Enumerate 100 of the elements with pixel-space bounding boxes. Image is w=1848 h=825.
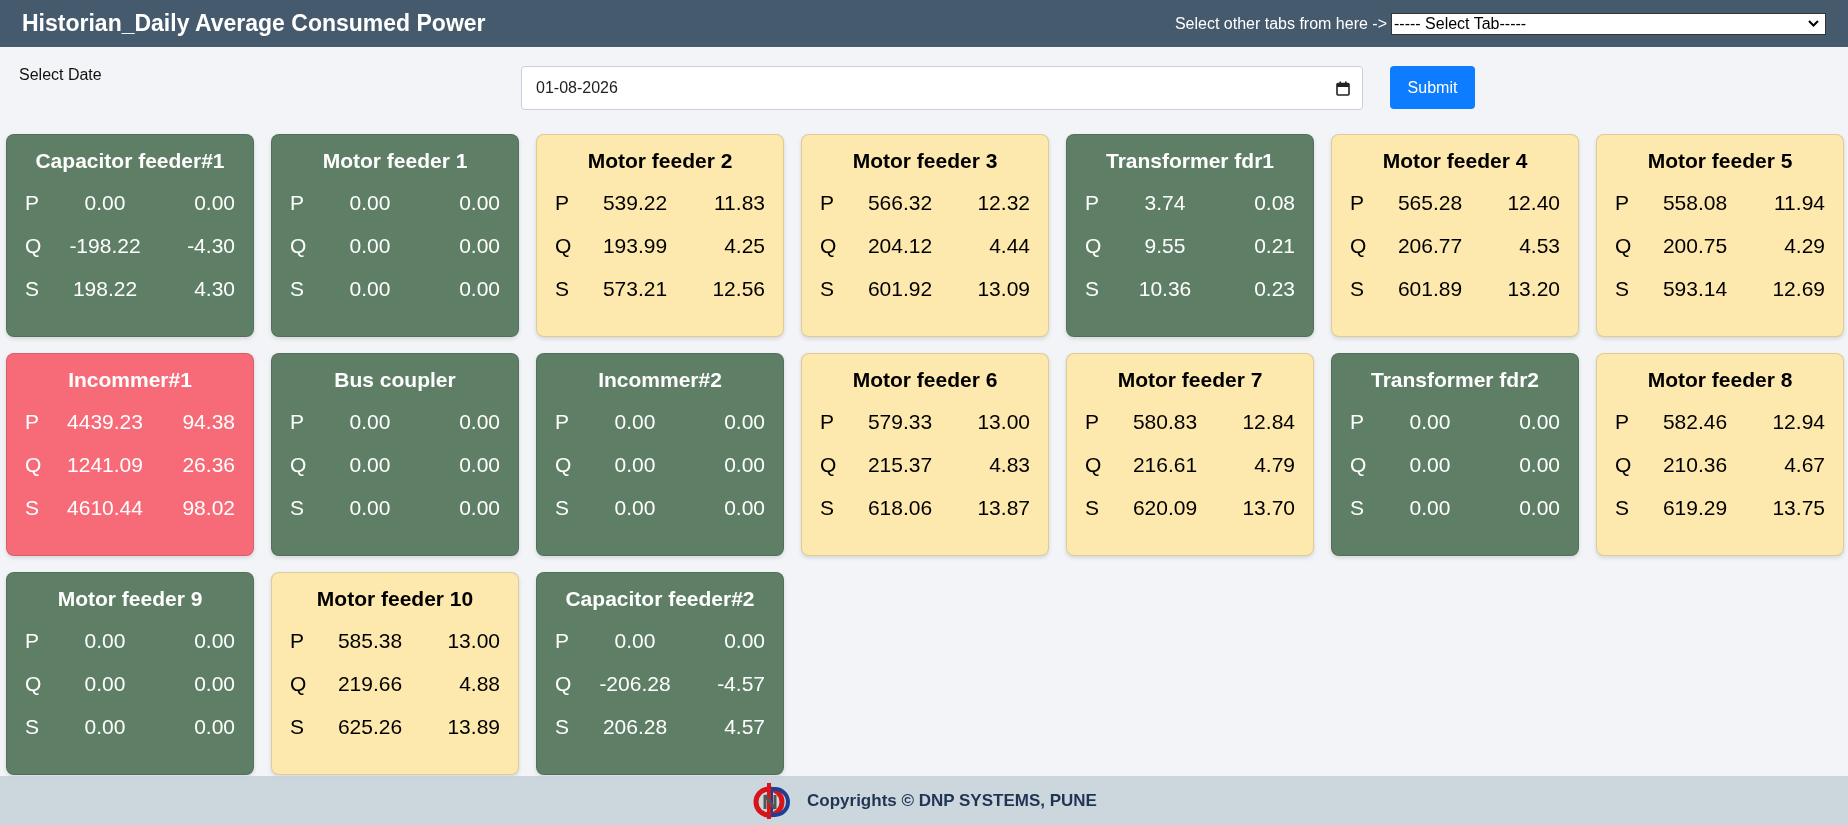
power-value: 0.00 [348, 190, 392, 215]
percent-value: 0.00 [458, 276, 500, 301]
quantity-label: S [555, 714, 570, 739]
feeder-title: Transformer fdr1 [1104, 149, 1276, 173]
percent-value: 4.29 [1783, 233, 1825, 258]
percent-value: 12.94 [1771, 409, 1825, 434]
percent-value: 98.02 [181, 495, 235, 520]
quantity-label: S [1085, 495, 1100, 520]
logo-icon [751, 780, 792, 821]
feeder-title: Motor feeder 3 [851, 149, 999, 173]
quantity-label: Q [25, 452, 43, 477]
power-value: 198.22 [71, 276, 139, 301]
feeder-title: Motor feeder 10 [315, 587, 475, 611]
percent-value: 0.00 [193, 714, 235, 739]
feeder-title: Capacitor feeder#1 [34, 149, 226, 173]
power-value: 9.55 [1143, 233, 1187, 258]
quantity-label: S [555, 276, 570, 301]
quantity-label: Q [290, 452, 308, 477]
power-value: 0.00 [613, 452, 657, 477]
percent-value: 0.00 [458, 190, 500, 215]
power-value: 620.09 [1131, 495, 1199, 520]
percent-value: 11.94 [1773, 190, 1825, 215]
quantity-label: P [25, 409, 40, 434]
percent-value: 4.83 [988, 452, 1030, 477]
quantity-label: P [1350, 190, 1365, 215]
percent-value: 0.21 [1253, 233, 1295, 258]
power-value: 0.00 [613, 495, 657, 520]
feeder-title: Motor feeder 7 [1116, 368, 1264, 392]
percent-value: 0.00 [193, 671, 235, 696]
percent-value: 13.20 [1506, 276, 1560, 301]
quantity-label: S [1615, 495, 1630, 520]
percent-value: 12.84 [1241, 409, 1295, 434]
feeder-title: Motor feeder 1 [321, 149, 469, 173]
quantity-label: Q [1350, 233, 1368, 258]
percent-value: 13.00 [976, 409, 1030, 434]
power-value: 0.00 [348, 495, 392, 520]
power-value: 4610.44 [66, 495, 144, 520]
quantity-label: S [1350, 495, 1365, 520]
percent-value: 12.40 [1506, 190, 1560, 215]
quantity-label: P [1350, 409, 1365, 434]
quantity-label: Q [1615, 452, 1633, 477]
power-value: 200.75 [1661, 233, 1729, 258]
percent-value: 13.00 [446, 628, 500, 653]
power-value: 618.06 [866, 495, 934, 520]
quantity-label: S [290, 714, 305, 739]
quantity-label: P [555, 409, 570, 434]
percent-value: 0.00 [723, 409, 765, 434]
percent-value: 0.00 [1518, 452, 1560, 477]
power-value: 0.00 [613, 628, 657, 653]
quantity-label: S [555, 495, 570, 520]
quantity-label: S [1085, 276, 1100, 301]
quantity-label: P [290, 190, 305, 215]
power-value: 0.00 [1408, 452, 1452, 477]
quantity-label: P [25, 190, 40, 215]
power-value: 601.89 [1396, 276, 1464, 301]
submit-button[interactable]: Submit [1390, 66, 1475, 109]
power-value: 0.00 [348, 233, 392, 258]
percent-value: 13.70 [1241, 495, 1295, 520]
quantity-label: P [1085, 190, 1100, 215]
power-value: 0.00 [348, 409, 392, 434]
quantity-label: S [1615, 276, 1630, 301]
power-value: 580.83 [1131, 409, 1199, 434]
percent-value: 0.00 [193, 190, 235, 215]
quantity-label: Q [820, 452, 838, 477]
percent-value: 0.00 [1518, 409, 1560, 434]
power-value: 10.36 [1137, 276, 1193, 301]
power-value: 565.28 [1396, 190, 1464, 215]
power-value: 601.92 [866, 276, 934, 301]
tab-select[interactable]: ----- Select Tab----- [1391, 12, 1826, 35]
quantity-label: Q [290, 671, 308, 696]
quantity-label: P [555, 628, 570, 653]
percent-value: 4.88 [458, 671, 500, 696]
percent-value: 0.00 [458, 495, 500, 520]
quantity-label: S [290, 495, 305, 520]
power-value: 215.37 [866, 452, 934, 477]
power-value: 566.32 [866, 190, 934, 215]
power-value: 0.00 [1408, 409, 1452, 434]
percent-value: 4.44 [988, 233, 1030, 258]
quantity-label: S [25, 495, 40, 520]
quantity-label: P [820, 190, 835, 215]
power-value: 210.36 [1661, 452, 1729, 477]
power-value: 593.14 [1661, 276, 1729, 301]
power-value: 0.00 [1408, 495, 1452, 520]
power-value: 625.26 [336, 714, 404, 739]
power-value: 0.00 [613, 409, 657, 434]
feeder-title: Motor feeder 5 [1646, 149, 1794, 173]
quantity-label: S [290, 276, 305, 301]
power-value: 619.29 [1661, 495, 1729, 520]
power-value: 0.00 [348, 452, 392, 477]
feeder-title: Motor feeder 4 [1381, 149, 1529, 173]
power-value: 204.12 [866, 233, 934, 258]
quantity-label: Q [1085, 452, 1103, 477]
percent-value: 11.83 [713, 190, 765, 215]
power-value: 0.00 [83, 190, 127, 215]
percent-value: -4.30 [186, 233, 235, 258]
percent-value: 13.89 [446, 714, 500, 739]
calendar-icon[interactable] [1336, 80, 1350, 96]
power-value: 206.28 [601, 714, 669, 739]
percent-value: 0.08 [1253, 190, 1295, 215]
date-field[interactable]: 01-08-2026 [521, 66, 1363, 110]
